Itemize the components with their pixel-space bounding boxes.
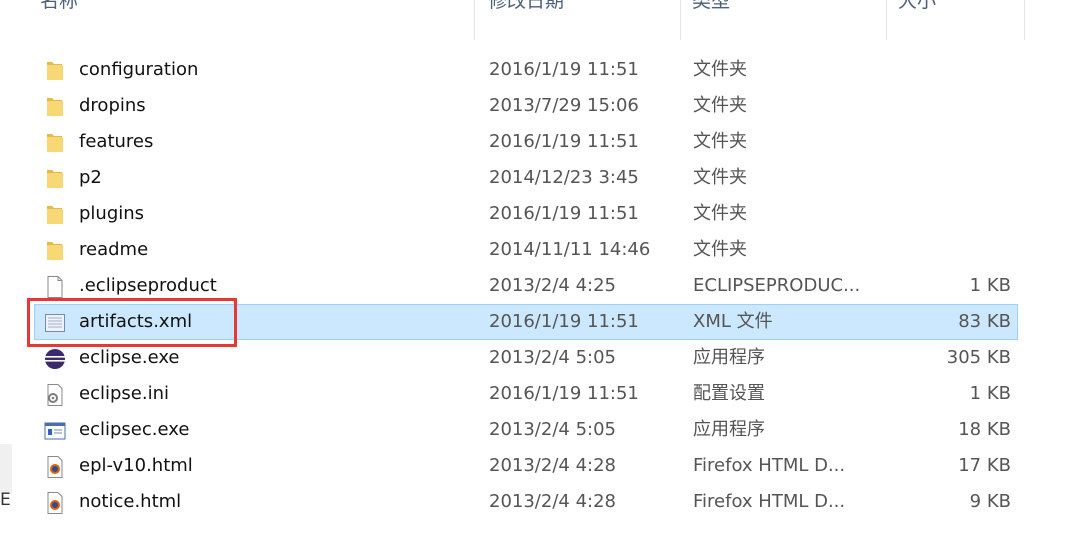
file-name: artifacts.xml: [79, 311, 193, 332]
column-header-bar: 名称 修改日期 类型 大小: [0, 0, 1082, 40]
folder-icon: [43, 203, 67, 227]
file-size: [905, 53, 1011, 87]
folder-icon: [43, 95, 67, 119]
file-type: XML 文件: [693, 311, 773, 332]
file-row[interactable]: notice.html 2013/2/4 4:28 Firefox HTML D..…: [34, 484, 1018, 520]
file-row[interactable]: eclipse.ini 2016/1/19 11:51 配置设置 1 KB: [34, 376, 1018, 412]
file-type: 文件夹: [693, 131, 747, 152]
blank-file-icon: [43, 275, 67, 299]
file-type: ECLIPSEPRODUC...: [693, 275, 861, 296]
file-type: 应用程序: [693, 419, 765, 440]
file-row[interactable]: epl-v10.html 2013/2/4 4:28 Firefox HTML D.…: [34, 448, 1018, 484]
file-date-modified: 2013/2/4 4:28: [489, 491, 616, 512]
firefox-html-icon: [43, 455, 67, 479]
file-date-modified: 2013/7/29 15:06: [489, 95, 639, 116]
file-name: configuration: [79, 59, 199, 80]
file-size: 1 KB: [969, 275, 1011, 296]
column-header-size[interactable]: 大小: [892, 0, 1022, 31]
column-divider[interactable]: [680, 0, 681, 40]
file-date-modified: 2016/1/19 11:51: [489, 59, 639, 80]
file-name: eclipse.exe: [79, 347, 180, 368]
file-name: .eclipseproduct: [79, 275, 217, 296]
console-app-icon: [43, 419, 67, 443]
file-size: 305 KB: [946, 347, 1011, 368]
file-type: 文件夹: [693, 95, 747, 116]
file-date-modified: 2016/1/19 11:51: [489, 131, 639, 152]
column-header-date[interactable]: 修改日期: [482, 0, 680, 31]
firefox-html-icon: [43, 491, 67, 515]
file-size: [905, 197, 1011, 231]
file-type: 文件夹: [693, 203, 747, 224]
file-size: [905, 125, 1011, 159]
file-row[interactable]: eclipsec.exe 2013/2/4 5:05 应用程序 18 KB: [34, 412, 1018, 448]
file-name: epl-v10.html: [79, 455, 193, 476]
file-name: eclipsec.exe: [79, 419, 190, 440]
file-type: 文件夹: [693, 167, 747, 188]
file-date-modified: 2013/2/4 4:28: [489, 455, 616, 476]
file-name: notice.html: [79, 491, 182, 512]
file-size: 83 KB: [958, 311, 1011, 332]
file-name: features: [79, 131, 154, 152]
file-row[interactable]: p2 2014/12/23 3:45 文件夹: [34, 160, 1018, 196]
file-name: plugins: [79, 203, 145, 224]
file-type: 文件夹: [693, 59, 747, 80]
column-divider[interactable]: [474, 0, 475, 40]
file-size: 17 KB: [958, 455, 1011, 476]
file-date-modified: 2014/12/23 3:45: [489, 167, 639, 188]
file-type: 配置设置: [693, 383, 765, 404]
navigation-pane-edge: [0, 444, 12, 494]
column-header-type[interactable]: 类型: [686, 0, 884, 31]
file-row[interactable]: configuration 2016/1/19 11:51 文件夹: [34, 52, 1018, 88]
file-date-modified: 2016/1/19 11:51: [489, 383, 639, 404]
file-size: [905, 161, 1011, 195]
file-type: Firefox HTML D...: [693, 455, 846, 476]
file-name: dropins: [79, 95, 146, 116]
folder-icon: [43, 167, 67, 191]
file-size: [905, 233, 1011, 267]
config-file-icon: [43, 383, 67, 407]
navigation-pane-fragment: E: [0, 490, 11, 510]
file-size: [905, 89, 1011, 123]
file-name: eclipse.ini: [79, 383, 169, 404]
file-type: Firefox HTML D...: [693, 491, 846, 512]
file-row[interactable]: .eclipseproduct 2013/2/4 4:25 ECLIPSEPRODU…: [34, 268, 1018, 304]
file-type: 文件夹: [693, 239, 747, 260]
column-divider[interactable]: [1024, 0, 1025, 40]
file-date-modified: 2016/1/19 11:51: [489, 311, 639, 332]
file-size: 18 KB: [958, 419, 1011, 440]
file-size: 9 KB: [969, 491, 1011, 512]
folder-icon: [43, 131, 67, 155]
column-divider[interactable]: [886, 0, 887, 40]
file-row[interactable]: readme 2014/11/11 14:46 文件夹: [34, 232, 1018, 268]
file-explorer-window: E 名称 修改日期 类型 大小 configuration 2016/1/19 1…: [0, 0, 1082, 550]
folder-icon: [43, 59, 67, 83]
folder-icon: [43, 239, 67, 263]
file-date-modified: 2013/2/4 5:05: [489, 419, 616, 440]
file-row[interactable]: artifacts.xml 2016/1/19 11:51 XML 文件 83 KB: [34, 304, 1018, 340]
file-type: 应用程序: [693, 347, 765, 368]
file-name: readme: [79, 239, 149, 260]
file-date-modified: 2016/1/19 11:51: [489, 203, 639, 224]
file-row[interactable]: plugins 2016/1/19 11:51 文件夹: [34, 196, 1018, 232]
file-row[interactable]: features 2016/1/19 11:51 文件夹: [34, 124, 1018, 160]
column-header-name[interactable]: 名称: [34, 0, 474, 31]
file-size: 1 KB: [969, 383, 1011, 404]
file-date-modified: 2013/2/4 4:25: [489, 275, 616, 296]
file-row[interactable]: dropins 2013/7/29 15:06 文件夹: [34, 88, 1018, 124]
file-name: p2: [79, 167, 102, 188]
file-date-modified: 2014/11/11 14:46: [489, 239, 651, 260]
file-row[interactable]: eclipse.exe 2013/2/4 5:05 应用程序 305 KB: [34, 340, 1018, 376]
file-date-modified: 2013/2/4 5:05: [489, 347, 616, 368]
xml-file-icon: [43, 311, 67, 335]
eclipse-icon: [43, 347, 67, 371]
